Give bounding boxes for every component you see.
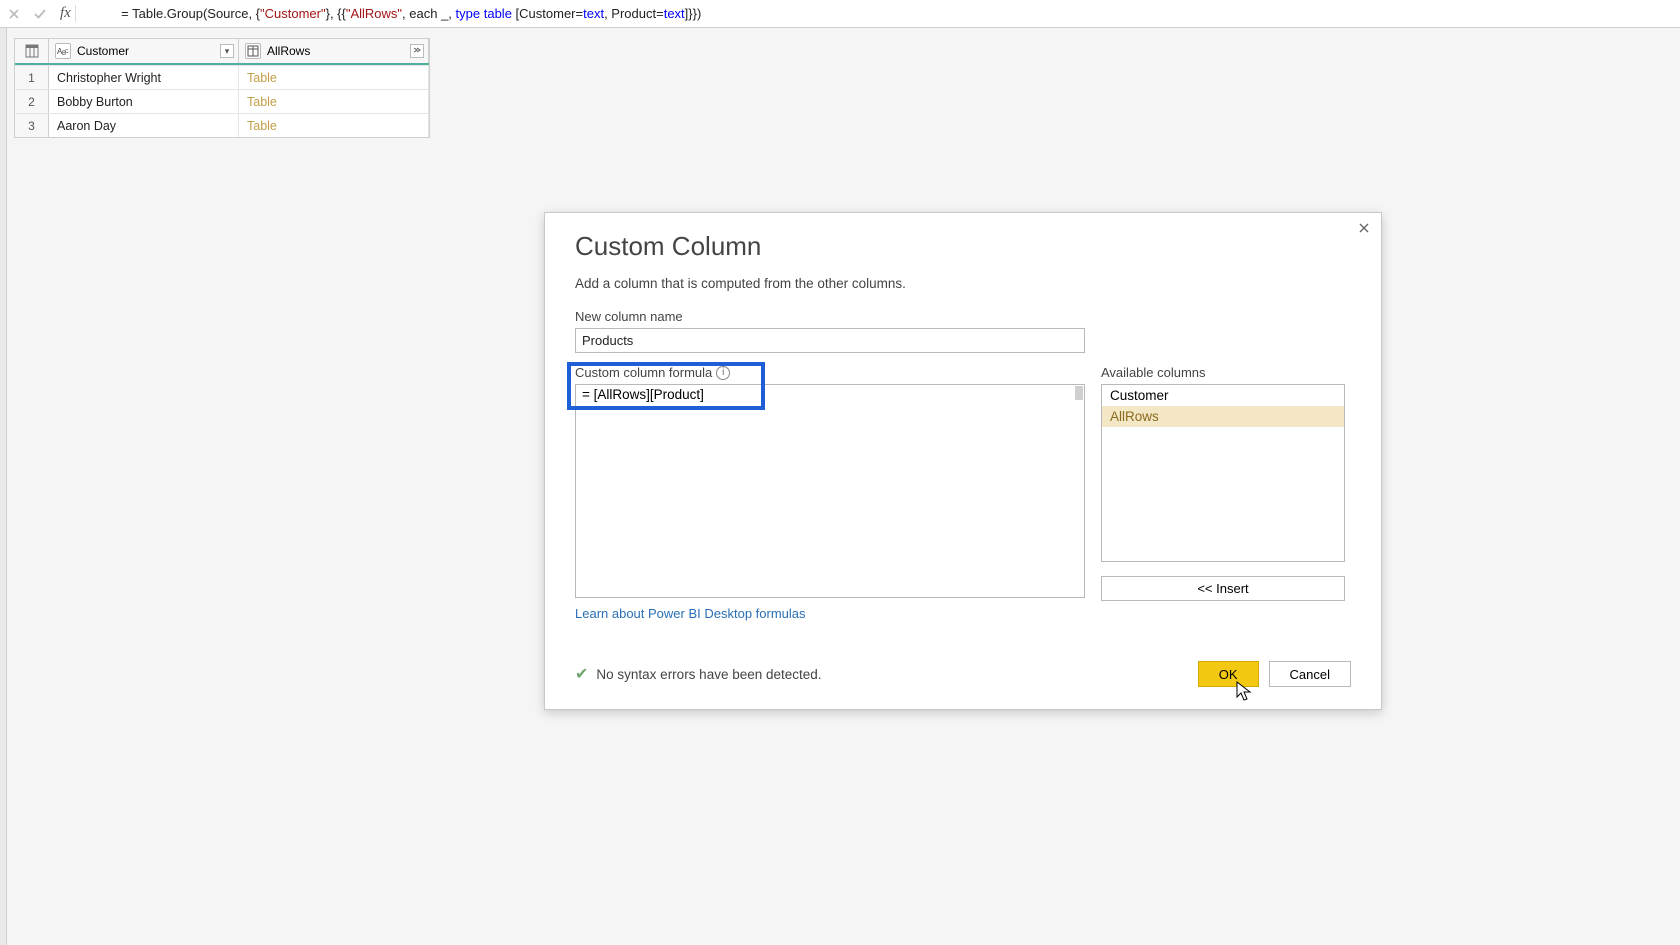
formula-seg: , each _, — [402, 6, 455, 21]
custom-column-dialog: Custom Column Add a column that is compu… — [544, 212, 1382, 710]
column-filter-dropdown-icon[interactable]: ▾ — [220, 44, 234, 58]
svg-text:C: C — [65, 49, 69, 55]
formula-kw: type — [456, 6, 481, 21]
formula-kw: text — [583, 6, 604, 21]
queries-pane-collapsed[interactable] — [0, 28, 7, 945]
table-type-icon — [245, 43, 261, 59]
cell-allrows[interactable]: Table — [239, 66, 429, 89]
dialog-description: Add a column that is computed from the o… — [575, 276, 1351, 291]
scrollbar-thumb[interactable] — [1075, 386, 1083, 400]
formula-str2: "AllRows" — [346, 6, 402, 21]
learn-formulas-link[interactable]: Learn about Power BI Desktop formulas — [575, 606, 806, 621]
dialog-title: Custom Column — [575, 231, 1351, 262]
insert-button[interactable]: << Insert — [1101, 576, 1345, 601]
formula-fn: Table.Group — [132, 6, 203, 21]
available-column-item[interactable]: Customer — [1102, 385, 1344, 406]
new-column-name-input[interactable] — [575, 328, 1085, 353]
cell-allrows[interactable]: Table — [239, 114, 429, 137]
info-icon[interactable]: i — [716, 366, 730, 380]
close-icon[interactable] — [1355, 219, 1373, 237]
table-row[interactable]: 3 Aaron Day Table — [15, 113, 429, 137]
data-preview-grid: ABC Customer ▾ AllRows 1 Christopher Wri… — [14, 38, 430, 138]
cell-customer[interactable]: Bobby Burton — [49, 90, 239, 113]
row-header-corner[interactable] — [15, 39, 49, 63]
check-icon: ✔ — [575, 664, 588, 684]
fx-label[interactable]: fx — [56, 5, 76, 22]
text-type-icon: ABC — [55, 43, 71, 59]
cell-customer[interactable]: Christopher Wright — [49, 66, 239, 89]
table-row[interactable]: 1 Christopher Wright Table — [15, 65, 429, 89]
cell-allrows[interactable]: Table — [239, 90, 429, 113]
column-header-allrows[interactable]: AllRows — [239, 39, 429, 63]
column-header-label: Customer — [77, 44, 129, 58]
available-columns-list[interactable]: Customer AllRows — [1101, 384, 1345, 562]
custom-formula-input[interactable]: = [AllRows][Product] — [575, 384, 1085, 598]
cell-customer[interactable]: Aaron Day — [49, 114, 239, 137]
formula-prefix: = — [121, 6, 132, 21]
table-row[interactable]: 2 Bobby Burton Table — [15, 89, 429, 113]
cancel-button[interactable]: Cancel — [1269, 661, 1351, 687]
column-header-customer[interactable]: ABC Customer ▾ — [49, 39, 239, 63]
formula-text[interactable]: = Table.Group(Source, {"Customer"}, {{"A… — [82, 0, 1676, 37]
row-number[interactable]: 2 — [15, 90, 49, 113]
commit-formula-icon[interactable] — [30, 4, 50, 24]
column-expand-icon[interactable] — [410, 44, 424, 58]
row-number[interactable]: 1 — [15, 66, 49, 89]
formula-seg: (Source, { — [203, 6, 260, 21]
formula-content: = [AllRows][Product] — [582, 387, 704, 402]
available-column-item[interactable]: AllRows — [1102, 406, 1344, 427]
row-number[interactable]: 3 — [15, 114, 49, 137]
syntax-status-text: No syntax errors have been detected. — [596, 667, 821, 682]
available-columns-label: Available columns — [1101, 365, 1345, 380]
formula-kw: text — [664, 6, 685, 21]
column-header-label: AllRows — [267, 44, 310, 58]
formula-bar: fx = Table.Group(Source, {"Customer"}, {… — [0, 0, 1680, 28]
formula-section: Custom column formula i = [AllRows][Prod… — [575, 365, 1085, 623]
formula-seg: [Customer= — [512, 6, 583, 21]
syntax-status: ✔ No syntax errors have been detected. — [575, 664, 822, 684]
formula-label: Custom column formula — [575, 365, 712, 380]
grid-header-row: ABC Customer ▾ AllRows — [15, 39, 429, 65]
formula-seg: }, {{ — [326, 6, 346, 21]
formula-str1: "Customer" — [260, 6, 326, 21]
new-column-name-label: New column name — [575, 309, 1351, 324]
formula-kw: table — [484, 6, 512, 21]
formula-seg: , Product= — [604, 6, 664, 21]
ok-button[interactable]: OK — [1198, 661, 1259, 687]
formula-seg: ]}}) — [685, 6, 702, 21]
available-columns-section: Available columns Customer AllRows << In… — [1101, 365, 1345, 623]
cancel-formula-icon[interactable] — [4, 4, 24, 24]
